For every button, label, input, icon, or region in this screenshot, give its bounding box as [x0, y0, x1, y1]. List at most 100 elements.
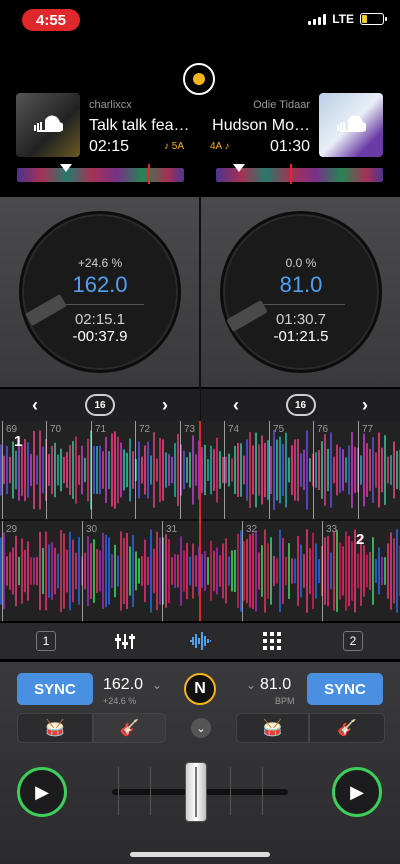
status-time: 4:55 [22, 9, 80, 31]
beat-number: 77 [362, 424, 374, 435]
deck1-pitch: +24.6 % [77, 256, 123, 270]
beat-number: 73 [184, 424, 196, 435]
deck2-sync-button[interactable]: SYNC [307, 673, 383, 705]
deck1-remaining: -00:37.9 [72, 328, 128, 345]
waveform-view-icon[interactable] [189, 631, 211, 651]
crossfader-handle[interactable] [185, 762, 207, 822]
deck2-id: 2 [356, 531, 365, 548]
deck1-title: Talk talk fea… [89, 117, 190, 134]
deck1-jog-area: +24.6 % 162.0 02:15.1 -00:37.9 [0, 197, 200, 387]
mixer-right-bpm[interactable]: 81.0 [260, 676, 291, 694]
deck2-elapsed: 01:30.7 [275, 311, 327, 328]
loop-prev-icon[interactable]: ‹ [233, 395, 239, 416]
deck1-sync-button[interactable]: SYNC [17, 673, 93, 705]
beat-grid-line [180, 421, 181, 519]
play-icon: ▶ [35, 781, 49, 802]
beat-grid-line [2, 421, 3, 519]
deck1-select-button[interactable]: 1 [36, 631, 56, 651]
loop-button[interactable]: 16 [285, 394, 316, 416]
beat-number: 75 [273, 424, 285, 435]
signal-icon [308, 13, 327, 25]
deck2-select-button[interactable]: 2 [343, 631, 363, 651]
mixer-right-unit: BPM [275, 696, 295, 706]
beat-grid-line [322, 521, 323, 621]
network-label: LTE [332, 12, 354, 26]
loop-prev-icon[interactable]: ‹ [32, 395, 38, 416]
deck2-jog-area: 0.0 % 81.0 01:30.7 -01:21.5 [201, 197, 400, 387]
soundcloud-icon [34, 115, 63, 132]
view-toolbar: 1 2 [0, 623, 400, 659]
beat-number: 31 [166, 524, 178, 535]
deck1-key: ♪ 5A [164, 141, 185, 152]
battery-icon [360, 13, 387, 25]
soundcloud-icon [337, 115, 366, 132]
beat-number: 33 [326, 524, 338, 535]
beat-grid-line [135, 421, 136, 519]
beat-number: 30 [86, 524, 98, 535]
deck2-artwork[interactable] [319, 93, 383, 157]
status-indicators: LTE [308, 12, 387, 26]
loop-next-icon[interactable]: › [162, 395, 168, 416]
deck1-loop-bar: ‹ 16 › [0, 389, 200, 421]
beat-number: 71 [95, 424, 107, 435]
deck2-instruments-button[interactable]: 🎸 [309, 713, 385, 743]
beat-grid-line [269, 421, 270, 519]
deck2-artist: Odie Tidaar [253, 99, 310, 111]
drum-icon: 🥁 [45, 720, 65, 737]
deck1-playhead-marker [60, 164, 72, 172]
beat-number: 76 [317, 424, 329, 435]
deck1-drums-button[interactable]: 🥁 [17, 713, 93, 743]
beat-number: 70 [50, 424, 62, 435]
beat-number: 72 [139, 424, 151, 435]
center-playhead [199, 421, 201, 621]
deck2-play-button[interactable]: ▶ [332, 767, 382, 817]
deck2-loop-bar: ‹ 16 › [201, 389, 400, 421]
play-icon: ▶ [350, 781, 364, 802]
eq-faders-icon[interactable] [115, 631, 137, 651]
beat-number: 32 [246, 524, 258, 535]
mixer-left-bpm[interactable]: 162.0 [103, 676, 143, 694]
expand-chevron-icon[interactable]: ⌄ [191, 718, 211, 738]
beat-grid-line [82, 521, 83, 621]
deck2-key: 4A ♪ [210, 141, 230, 152]
deck2-bpm: 81.0 [279, 272, 323, 297]
deck1-artwork[interactable] [16, 93, 80, 157]
left-bpm-chevron-icon[interactable]: ⌄ [152, 678, 162, 692]
beat-number: 74 [228, 424, 240, 435]
deck1-play-button[interactable]: ▶ [17, 767, 67, 817]
deck2-cue-marker [290, 164, 292, 184]
home-indicator [130, 852, 270, 857]
beat-grid-line [224, 421, 225, 519]
record-button[interactable] [183, 63, 215, 95]
deck2-jog-wheel[interactable]: 0.0 % 81.0 01:30.7 -01:21.5 [220, 211, 382, 373]
deck1-time: 02:15 [89, 138, 130, 155]
drum-icon: 🥁 [262, 720, 283, 737]
loop-next-icon[interactable]: › [362, 395, 368, 416]
record-dot-icon [193, 73, 205, 85]
beat-grid-line [242, 521, 243, 621]
instruments-icon: 🎸 [119, 720, 140, 737]
right-bpm-chevron-icon[interactable]: ⌄ [246, 678, 256, 692]
deck1-overview-waveform[interactable] [17, 168, 184, 182]
deck1-elapsed: 02:15.1 [74, 311, 126, 328]
center-logo-button[interactable]: N [184, 673, 216, 705]
instruments-icon: 🎸 [337, 720, 357, 737]
deck1-bpm: 162.0 [72, 272, 128, 297]
beat-grid-line [91, 421, 92, 519]
deck1-instruments-button[interactable]: 🎸 [93, 713, 166, 743]
deck2-playhead-marker [233, 164, 245, 172]
deck1-id: 1 [14, 433, 23, 450]
deck1-jog-wheel[interactable]: +24.6 % 162.0 02:15.1 -00:37.9 [19, 211, 181, 373]
beat-grid-line [2, 521, 3, 621]
beat-grid-line [46, 421, 47, 519]
pads-grid-icon[interactable] [262, 631, 282, 651]
beat-number: 29 [6, 524, 18, 535]
beat-grid-line [313, 421, 314, 519]
beat-grid-line [162, 521, 163, 621]
mixer-left-pitch: +24.6 % [103, 696, 137, 706]
beat-grid-line [358, 421, 359, 519]
deck1-cue-marker [148, 164, 150, 184]
deck2-pitch: 0.0 % [285, 256, 317, 270]
loop-button[interactable]: 16 [85, 394, 115, 416]
deck2-drums-button[interactable]: 🥁 [236, 713, 309, 743]
